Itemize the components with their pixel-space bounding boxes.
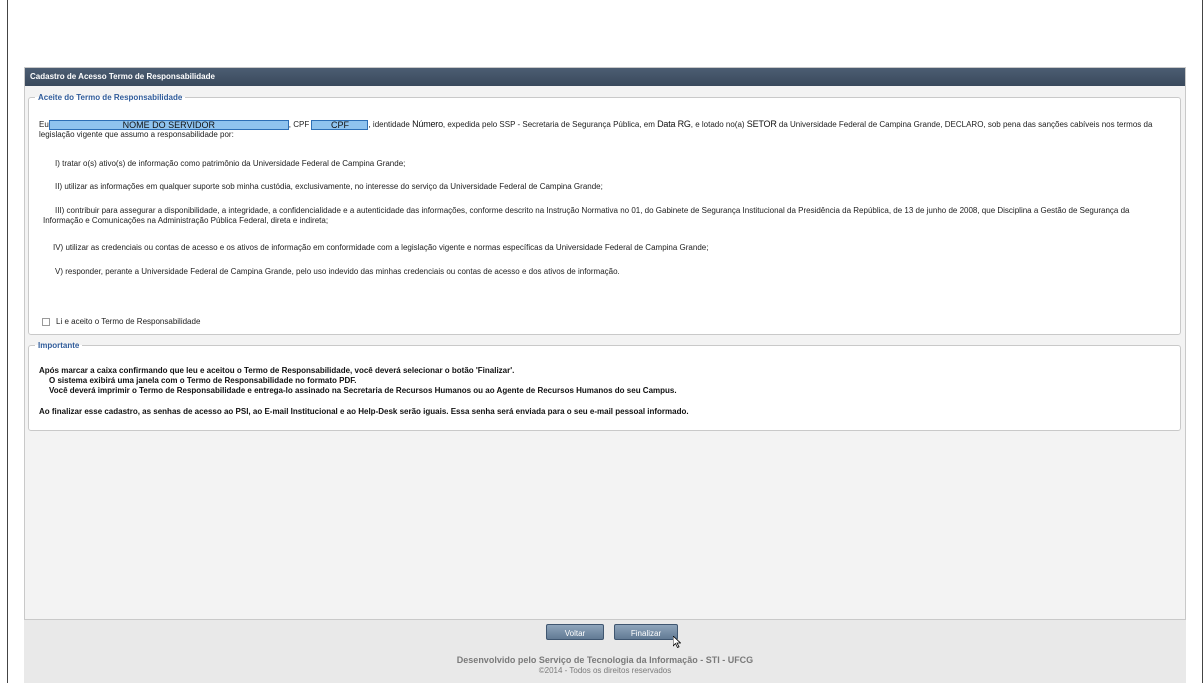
accept-terms-label: Li e aceito o Termo de Responsabilidade [56, 317, 201, 326]
accept-terms-checkbox-row[interactable]: Li e aceito o Termo de Responsabilidade [42, 317, 200, 326]
accept-terms-checkbox[interactable] [42, 317, 50, 326]
nome-servidor-field: NOME DO SERVIDOR [48, 120, 289, 130]
termo-item-2: II) utilizar as informações em qualquer … [55, 182, 603, 191]
identidade-value: Número [412, 119, 443, 129]
lotado-text: , e lotado no(a) [690, 120, 745, 129]
footer-credits: Desenvolvido pelo Serviço de Tecnologia … [456, 655, 754, 665]
termo-item-4: IV) utilizar as credenciais ou contas de… [53, 243, 709, 252]
main-panel: Cadastro de Acesso Termo de Responsabili… [24, 67, 1186, 620]
panel-title: Cadastro de Acesso Termo de Responsabili… [25, 68, 1185, 86]
importante-line-2: O sistema exibirá uma janela com o Termo… [49, 376, 357, 385]
termo-legend: Aceite do Termo de Responsabilidade [38, 93, 183, 102]
importante-line-4: Ao finalizar esse cadastro, as senhas de… [39, 407, 689, 416]
cpf-field: CPF [311, 120, 369, 130]
importante-legend: Importante [38, 341, 80, 350]
termo-fieldset: Aceite do Termo de Responsabilidade Eu NO… [28, 93, 1181, 335]
data-rg-value: Data RG [657, 119, 691, 129]
identidade-label: , identidade [368, 120, 410, 129]
voltar-button[interactable]: Voltar [546, 624, 604, 640]
finalizar-button[interactable]: Finalizar [614, 624, 678, 640]
footer-bar: Voltar Finalizar Desenvolvido pelo Servi… [24, 620, 1186, 683]
importante-line-3: Você deverá imprimir o Termo de Responsa… [49, 386, 677, 395]
declaration-paragraph: Eu NOME DO SERVIDOR, CPF CPF, identidade … [39, 119, 1164, 140]
importante-fieldset: Importante Após marcar a caixa confirman… [28, 341, 1181, 431]
importante-text: Após marcar a caixa confirmando que leu … [39, 366, 1164, 417]
mouse-cursor-icon [673, 636, 681, 648]
footer-copyright: ©2014 - Todos os direitos reservados [538, 666, 672, 675]
termo-item-5: V) responder, perante a Universidade Fed… [55, 267, 620, 276]
setor-value: SETOR [746, 119, 777, 129]
importante-line-1: Após marcar a caixa confirmando que leu … [39, 366, 515, 375]
eu-text: Eu [39, 120, 49, 129]
expedida-text: , expedida pelo SSP - Secretaria de Segu… [442, 120, 655, 129]
cpf-label: , CPF [288, 120, 310, 129]
termo-item-1: I) tratar o(s) ativo(s) de informação co… [55, 159, 406, 168]
termo-item-3: III) contribuir para assegurar a disponi… [43, 206, 1130, 225]
